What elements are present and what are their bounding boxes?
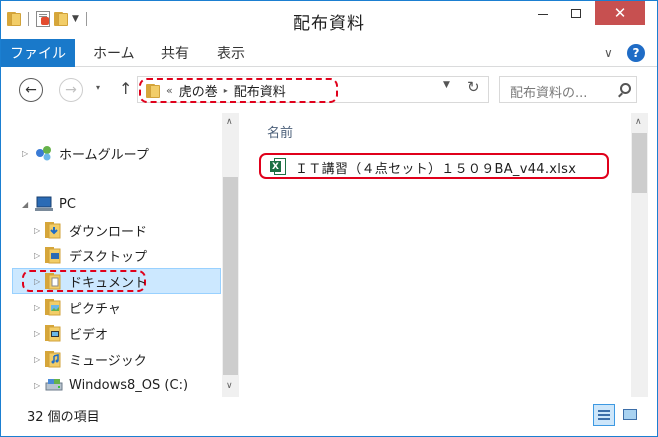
tab-share[interactable]: 共有 bbox=[161, 39, 189, 67]
folder-icon bbox=[146, 83, 160, 99]
scrollbar-thumb[interactable] bbox=[223, 177, 238, 375]
drive-icon bbox=[45, 378, 63, 396]
tree-item-label: ミュージック bbox=[69, 353, 147, 369]
tree-item-drive-c[interactable]: ▷ Windows8_OS (C:) bbox=[1, 373, 222, 397]
address-bar[interactable]: « 虎の巻 ▸ 配布資料 bbox=[137, 76, 489, 103]
file-list-scrollbar[interactable]: ∧ bbox=[631, 113, 648, 397]
pictures-folder-icon bbox=[45, 298, 61, 320]
search-input[interactable]: 配布資料の... bbox=[510, 82, 587, 101]
close-button[interactable]: ✕ bbox=[595, 1, 645, 25]
expand-icon[interactable]: ▷ bbox=[34, 226, 40, 235]
tree-item-desktop[interactable]: ▷ デスクトップ bbox=[1, 243, 222, 267]
file-name: ＩＴ講習（４点セット）１５０９BA_v44.xlsx bbox=[295, 162, 577, 177]
back-button[interactable]: ← bbox=[19, 78, 43, 102]
tree-item-label: ダウンロード bbox=[69, 224, 148, 240]
tree-item-label: PC bbox=[59, 196, 76, 212]
title-bar: ▼ 配布資料 ✕ bbox=[1, 1, 657, 37]
file-row[interactable]: X ＩＴ講習（４点セット）１５０９BA_v44.xlsx bbox=[259, 153, 609, 179]
breadcrumb-item[interactable]: 配布資料 bbox=[234, 81, 286, 100]
music-folder-icon bbox=[45, 350, 61, 372]
file-list: 名前 X ＩＴ講習（４点セット）１５０９BA_v44.xlsx bbox=[239, 113, 631, 397]
pc-icon bbox=[34, 196, 54, 216]
maximize-icon bbox=[571, 8, 581, 18]
expand-icon[interactable]: ▷ bbox=[34, 277, 40, 286]
tree-item-documents[interactable]: ▷ ドキュメント bbox=[1, 269, 222, 293]
tree-item-label: ドキュメント bbox=[69, 275, 148, 291]
tab-view[interactable]: 表示 bbox=[217, 39, 245, 67]
window-title: 配布資料 bbox=[293, 14, 365, 34]
large-icons-view-button[interactable] bbox=[621, 405, 639, 423]
collapse-icon[interactable]: ◢ bbox=[22, 200, 28, 209]
forward-button[interactable]: → bbox=[59, 78, 83, 102]
scroll-up-icon[interactable]: ∧ bbox=[226, 117, 233, 127]
tree-item-music[interactable]: ▷ ミュージック bbox=[1, 347, 222, 371]
expand-icon[interactable]: ▷ bbox=[34, 251, 40, 260]
search-box[interactable]: 配布資料の... bbox=[499, 76, 637, 103]
tree-item-label: ピクチャ bbox=[69, 301, 121, 317]
column-header-name[interactable]: 名前 bbox=[267, 122, 293, 141]
tree-item-videos[interactable]: ▷ ビデオ bbox=[1, 321, 222, 345]
expand-icon[interactable]: ▷ bbox=[34, 303, 40, 312]
tree-item-downloads[interactable]: ▷ ダウンロード bbox=[1, 218, 222, 242]
breadcrumb-item[interactable]: 虎の巻 bbox=[179, 81, 218, 100]
tree-item-label: デスクトップ bbox=[69, 249, 148, 265]
breadcrumb-separator-icon[interactable]: ▸ bbox=[224, 86, 228, 95]
tree-item-label: Windows8_OS (C:) bbox=[69, 377, 189, 393]
tree-item-homegroup[interactable]: ▷ ホームグループ bbox=[1, 141, 222, 165]
close-icon: ✕ bbox=[613, 4, 627, 22]
navigation-pane: ▷ ホームグループ ◢ PC ▷ ダウンロード ▷ デスクトップ ▷ ドキュメン… bbox=[1, 113, 222, 397]
tree-item-pictures[interactable]: ▷ ピクチャ bbox=[1, 295, 222, 319]
expand-icon[interactable]: ▷ bbox=[34, 329, 40, 338]
expand-icon[interactable]: ▷ bbox=[22, 149, 28, 158]
recent-locations-icon[interactable]: ▾ bbox=[96, 83, 100, 92]
expand-icon[interactable]: ▷ bbox=[34, 381, 40, 390]
address-dropdown-icon[interactable]: ▼ bbox=[443, 80, 450, 90]
tab-home[interactable]: ホーム bbox=[93, 39, 135, 67]
refresh-icon[interactable]: ↻ bbox=[467, 78, 480, 96]
homegroup-icon bbox=[34, 144, 54, 166]
scroll-down-icon[interactable]: ∨ bbox=[226, 381, 233, 391]
downloads-folder-icon bbox=[45, 221, 61, 243]
tree-item-label: ホームグループ bbox=[59, 147, 149, 163]
excel-file-icon: X bbox=[270, 158, 286, 175]
videos-folder-icon bbox=[45, 324, 61, 346]
status-bar: 32 個の項目 bbox=[1, 397, 657, 436]
breadcrumb: « 虎の巻 ▸ 配布資料 bbox=[146, 81, 286, 100]
expand-ribbon-icon[interactable]: ∨ bbox=[604, 46, 613, 60]
up-button[interactable]: ↑ bbox=[119, 79, 132, 98]
tree-item-label: ビデオ bbox=[69, 327, 109, 343]
ribbon-tabs: ファイル ホーム 共有 表示 ∨ ? bbox=[1, 37, 657, 67]
details-view-button[interactable] bbox=[593, 404, 615, 426]
navigation-pane-scrollbar[interactable]: ∧ ∨ bbox=[222, 113, 239, 397]
maximize-button[interactable] bbox=[561, 1, 591, 25]
minimize-button[interactable] bbox=[528, 1, 558, 25]
scroll-up-icon[interactable]: ∧ bbox=[635, 117, 642, 127]
expand-icon[interactable]: ▷ bbox=[34, 355, 40, 364]
documents-folder-icon bbox=[45, 272, 61, 294]
help-icon[interactable]: ? bbox=[627, 44, 645, 62]
item-count: 32 個の項目 bbox=[27, 410, 100, 425]
tab-file[interactable]: ファイル bbox=[1, 39, 75, 67]
scrollbar-thumb[interactable] bbox=[632, 133, 647, 193]
minimize-icon bbox=[538, 13, 548, 15]
explorer-window: ▼ 配布資料 ✕ ファイル ホーム 共有 表示 ∨ ? ← → ▾ ↑ « 虎の… bbox=[0, 0, 658, 437]
desktop-folder-icon bbox=[45, 246, 61, 268]
breadcrumb-overflow[interactable]: « bbox=[166, 84, 173, 97]
tree-item-pc[interactable]: ◢ PC bbox=[1, 192, 222, 216]
search-icon[interactable] bbox=[620, 83, 631, 94]
